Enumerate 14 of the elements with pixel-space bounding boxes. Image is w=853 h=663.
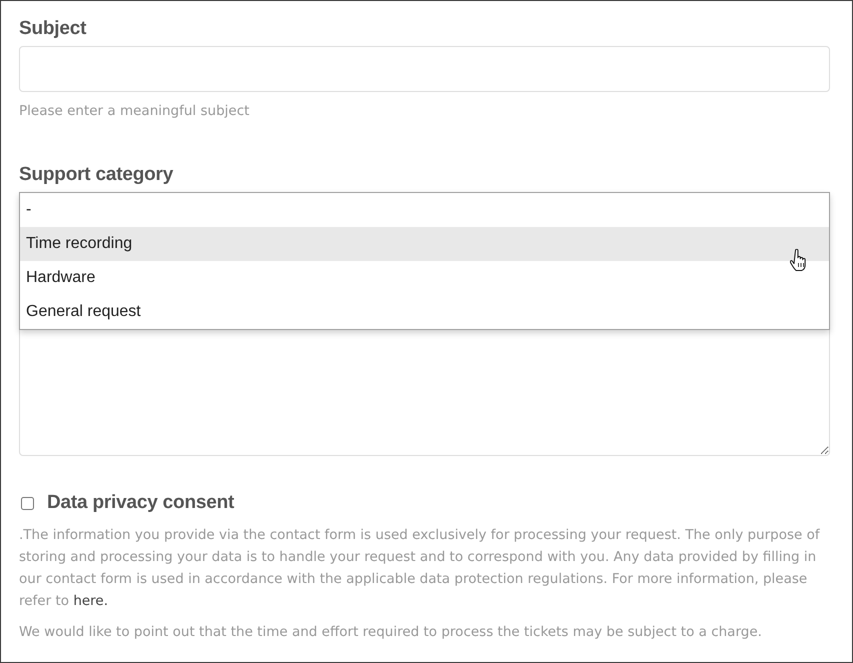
hand-cursor-icon xyxy=(790,249,807,272)
dropdown-option[interactable]: Time recording xyxy=(20,227,829,261)
support-category-label: Support category xyxy=(19,163,174,187)
consent-checkbox[interactable] xyxy=(21,496,34,510)
privacy-paragraph: .The information you provide via the contact form is used exclusively for processing your request. The only purpose of storing and processing your data is to handle your request and to correspond with you. Any data provided by filling in our contact form is used in accordance with the applicable data protection regulations. For more information, please refer to here. xyxy=(19,526,821,611)
subject-hint: Please enter a meaningful subject xyxy=(19,102,250,121)
dropdown-option[interactable]: Hardware xyxy=(20,261,829,295)
subject-label: Subject xyxy=(19,17,88,41)
subject-input[interactable] xyxy=(19,46,830,92)
privacy-paragraph: We would like to point out that the time and effort required to process the tickets may be subject to a charge. xyxy=(19,623,763,642)
dropdown-option[interactable]: General request xyxy=(20,295,829,329)
privacy-link[interactable]: here. xyxy=(73,593,108,609)
consent-label: Data privacy consent xyxy=(47,492,234,514)
dropdown-option[interactable]: - xyxy=(20,193,829,227)
